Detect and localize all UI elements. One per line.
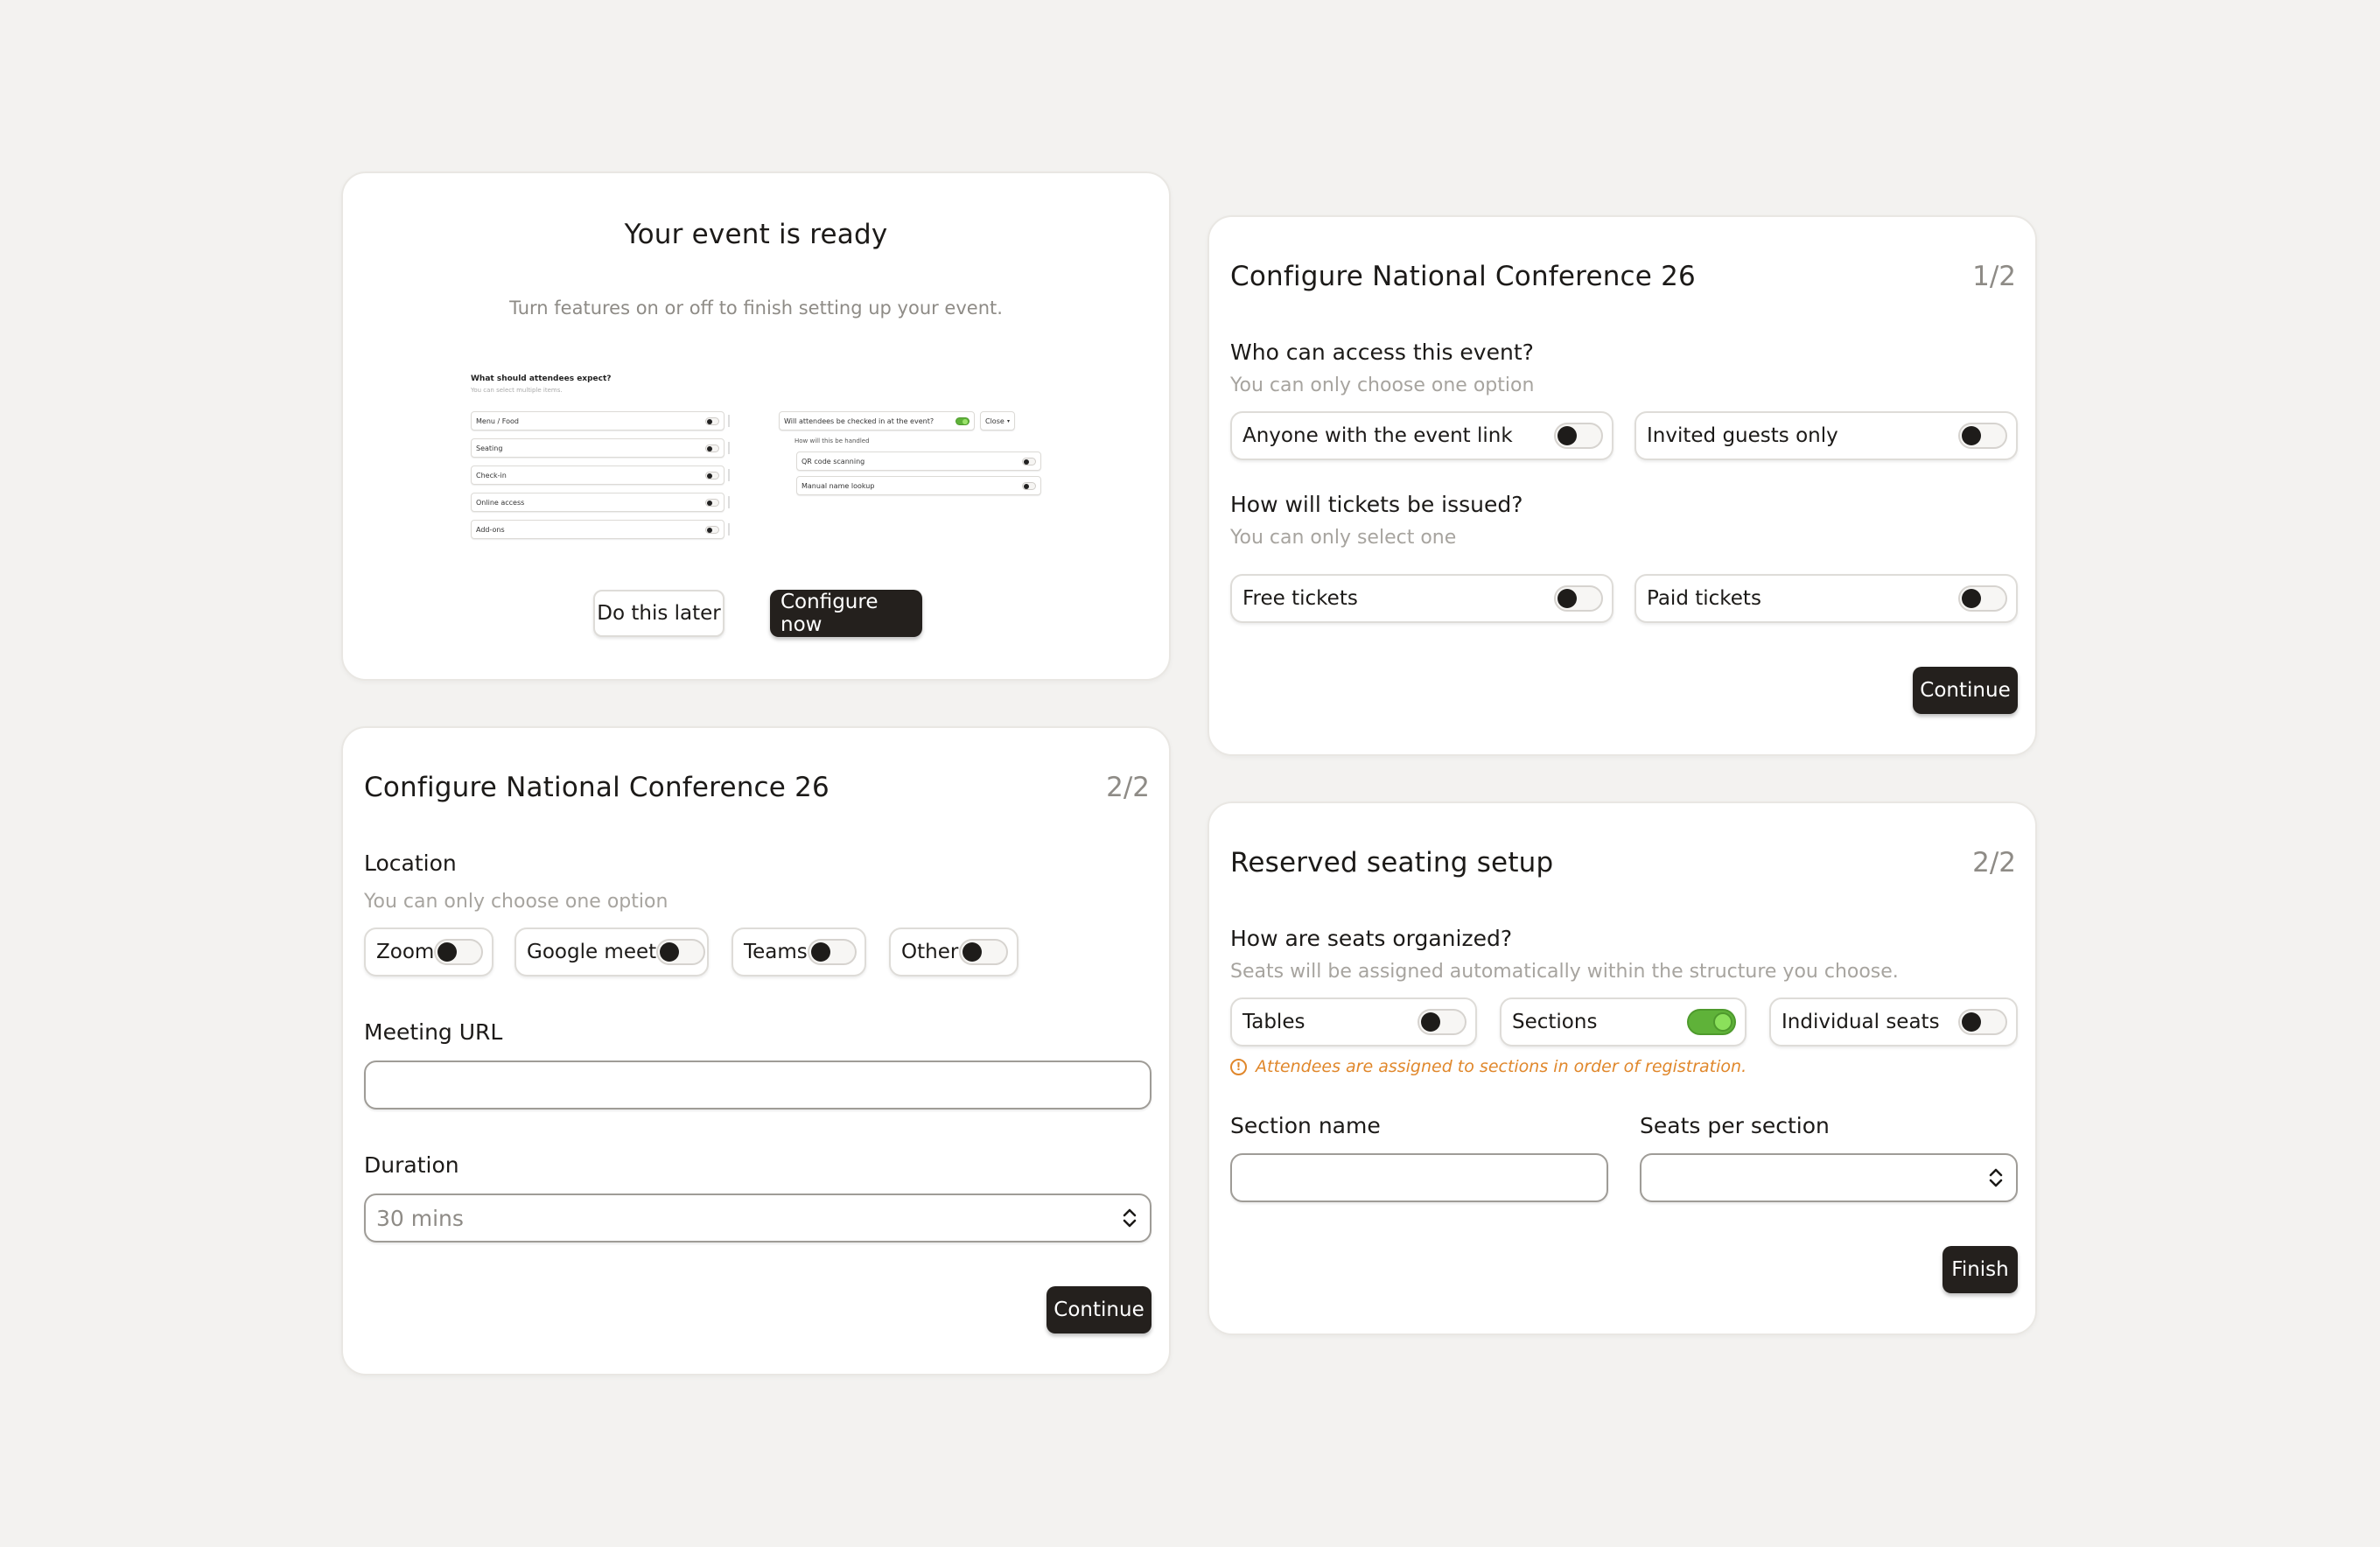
seating-setup-card: Reserved seating setup 2/2 How are seats… — [1208, 802, 2037, 1335]
access-card-step: 1/2 — [1972, 261, 2016, 292]
sections-toggle[interactable] — [1687, 1009, 1736, 1035]
preview-item: Online access — [471, 493, 724, 512]
option-invited-guests[interactable]: Invited guests only — [1634, 411, 2018, 460]
preview-left-title: What should attendees expect? — [471, 374, 612, 383]
access-question: Who can access this event? — [1230, 340, 1534, 365]
duration-select[interactable]: 30 mins — [364, 1194, 1152, 1242]
other-toggle[interactable] — [959, 939, 1008, 965]
select-arrows-icon — [1989, 1168, 2003, 1187]
paid-tickets-toggle[interactable] — [1958, 585, 2007, 612]
access-continue-button[interactable]: Continue — [1913, 667, 2018, 714]
preview-sub-item: Manual name lookup — [796, 476, 1041, 495]
location-continue-button[interactable]: Continue — [1046, 1286, 1152, 1334]
location-hint: You can only choose one option — [364, 891, 668, 913]
option-individual-seats[interactable]: Individual seats — [1769, 998, 2018, 1046]
preview-left-subtitle: You can select multiple items. — [471, 387, 563, 394]
preview-right-subtitle: How will this be handled — [794, 438, 870, 444]
zoom-toggle[interactable] — [434, 939, 484, 965]
seats-per-section-label: Seats per section — [1640, 1113, 1830, 1138]
event-ready-title: Your event is ready — [624, 219, 888, 250]
event-ready-card: Your event is ready Turn features on or … — [341, 172, 1171, 681]
section-name-label: Section name — [1230, 1113, 1381, 1138]
configure-now-button[interactable]: Configure now — [770, 590, 922, 637]
preview-item: Check-in — [471, 466, 724, 485]
meeting-url-label: Meeting URL — [364, 1019, 503, 1045]
teams-toggle[interactable] — [807, 939, 857, 965]
access-hint: You can only choose one option — [1230, 374, 1535, 396]
section-name-input[interactable] — [1230, 1153, 1608, 1202]
seating-hint: Seats will be assigned automatically wit… — [1230, 961, 1899, 983]
option-paid-tickets[interactable]: Paid tickets — [1634, 574, 2018, 623]
do-this-later-button[interactable]: Do this later — [593, 590, 724, 637]
seating-card-title: Reserved seating setup — [1230, 847, 1554, 878]
tickets-question: How will tickets be issued? — [1230, 492, 1523, 517]
tables-toggle[interactable] — [1418, 1009, 1466, 1035]
seating-note-text: Attendees are assigned to sections in or… — [1256, 1057, 1747, 1076]
finish-button[interactable]: Finish — [1942, 1246, 2018, 1293]
preview-item: Add-ons — [471, 520, 724, 539]
preview-item: Menu / Food — [471, 411, 724, 430]
option-tables[interactable]: Tables — [1230, 998, 1477, 1046]
location-label: Location — [364, 850, 457, 876]
option-sections[interactable]: Sections — [1500, 998, 1746, 1046]
option-free-tickets[interactable]: Free tickets — [1230, 574, 1614, 623]
location-option-google-meet[interactable]: Google meet — [514, 928, 709, 976]
preview-item: Seating — [471, 438, 724, 458]
location-option-other[interactable]: Other — [889, 928, 1018, 976]
duration-label: Duration — [364, 1152, 459, 1178]
location-option-teams[interactable]: Teams — [732, 928, 866, 976]
option-anyone-with-link[interactable]: Anyone with the event link — [1230, 411, 1614, 460]
individual-seats-toggle[interactable] — [1958, 1009, 2007, 1035]
preview-close-select: Close ▾ — [980, 411, 1015, 430]
event-ready-subtitle: Turn features on or off to finish settin… — [509, 298, 1003, 318]
free-tickets-toggle[interactable] — [1554, 585, 1603, 612]
seating-note: ! Attendees are assigned to sections in … — [1230, 1057, 1746, 1076]
google-meet-toggle[interactable] — [656, 939, 706, 965]
seating-question: How are seats organized? — [1230, 926, 1513, 951]
info-icon: ! — [1230, 1058, 1247, 1075]
location-config-card: Configure National Conference 26 2/2 Loc… — [341, 726, 1171, 1376]
location-card-step: 2/2 — [1106, 772, 1150, 803]
preview-sub-item: QR code scanning — [796, 452, 1041, 471]
preview-checkin-question: Will attendees be checked in at the even… — [779, 411, 975, 430]
feature-preview: What should attendees expect? You can se… — [467, 368, 1062, 551]
select-arrows-icon — [1123, 1208, 1137, 1228]
duration-value: 30 mins — [376, 1205, 464, 1231]
invited-guests-toggle[interactable] — [1958, 423, 2007, 449]
location-option-zoom[interactable]: Zoom — [364, 928, 494, 976]
location-card-title: Configure National Conference 26 — [364, 772, 830, 803]
access-config-card: Configure National Conference 26 1/2 Who… — [1208, 215, 2037, 756]
anyone-with-link-toggle[interactable] — [1554, 423, 1603, 449]
access-card-title: Configure National Conference 26 — [1230, 261, 1696, 292]
tickets-hint: You can only select one — [1230, 527, 1457, 549]
seating-card-step: 2/2 — [1972, 847, 2016, 878]
seats-per-section-select[interactable] — [1640, 1153, 2018, 1202]
meeting-url-input[interactable] — [364, 1060, 1152, 1110]
